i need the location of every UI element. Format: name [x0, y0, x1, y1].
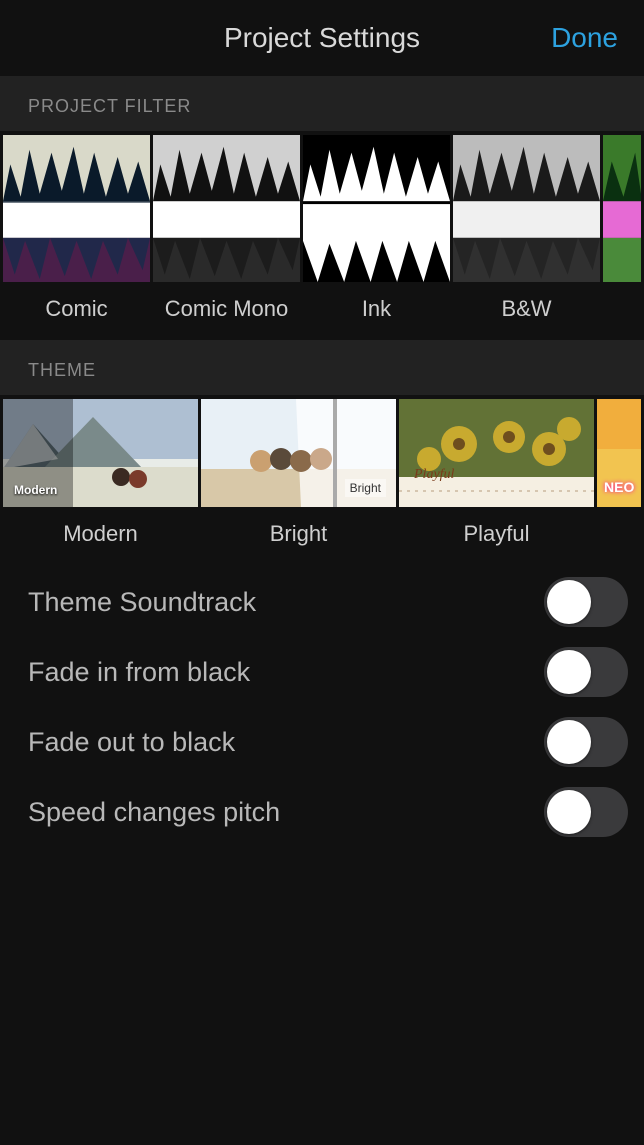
toggle-fade-out[interactable] — [544, 717, 628, 767]
section-header-filter: PROJECT FILTER — [0, 76, 644, 131]
theme-item-modern[interactable]: Modern Modern — [3, 399, 198, 557]
page-title: Project Settings — [224, 22, 420, 54]
toggle-theme-soundtrack[interactable] — [544, 577, 628, 627]
theme-overlay-text: Bright — [345, 479, 386, 497]
filter-item-bw[interactable]: B&W — [453, 135, 600, 340]
setting-row-fade-in: Fade in from black — [28, 637, 628, 707]
setting-row-theme-soundtrack: Theme Soundtrack — [28, 567, 628, 637]
theme-label: Playful — [463, 507, 529, 557]
theme-thumb: Playful — [399, 399, 594, 507]
theme-overlay-text: NEO — [599, 477, 639, 497]
filter-item-comic-mono[interactable]: Comic Mono — [153, 135, 300, 340]
filter-label: B&W — [501, 282, 551, 340]
section-header-theme: THEME — [0, 340, 644, 395]
filter-thumb — [153, 135, 300, 282]
filter-label: Comic — [45, 282, 107, 340]
done-button[interactable]: Done — [551, 22, 618, 54]
filter-label: Comic Mono — [165, 282, 288, 340]
filter-item-next[interactable] — [603, 135, 641, 340]
filter-item-comic[interactable]: Comic — [3, 135, 150, 340]
theme-label: Modern — [63, 507, 138, 557]
filter-label: Ink — [362, 282, 391, 340]
setting-label: Speed changes pitch — [28, 797, 280, 828]
header: Project Settings Done — [0, 0, 644, 76]
filter-strip[interactable]: Comic Comic Mono Ink — [0, 131, 644, 340]
toggle-speed-pitch[interactable] — [544, 787, 628, 837]
filter-thumb — [453, 135, 600, 282]
theme-overlay-text: Modern — [9, 481, 62, 499]
theme-label: Bright — [270, 507, 327, 557]
toggle-fade-in[interactable] — [544, 647, 628, 697]
theme-thumb: Bright — [201, 399, 396, 507]
setting-label: Fade out to black — [28, 727, 235, 758]
filter-thumb — [603, 135, 641, 282]
setting-row-speed-pitch: Speed changes pitch — [28, 777, 628, 847]
setting-label: Fade in from black — [28, 657, 250, 688]
filter-item-ink[interactable]: Ink — [303, 135, 450, 340]
theme-overlay-text: Playful — [409, 465, 459, 485]
settings-list: Theme Soundtrack Fade in from black Fade… — [0, 557, 644, 847]
theme-thumb: Modern — [3, 399, 198, 507]
theme-item-playful[interactable]: Playful Playful — [399, 399, 594, 557]
filter-thumb — [3, 135, 150, 282]
theme-thumb: NEO — [597, 399, 641, 507]
theme-item-bright[interactable]: Bright Bright — [201, 399, 396, 557]
setting-label: Theme Soundtrack — [28, 587, 256, 618]
theme-item-next[interactable]: NEO — [597, 399, 641, 557]
setting-row-fade-out: Fade out to black — [28, 707, 628, 777]
theme-strip[interactable]: Modern Modern Bright Bright — [0, 395, 644, 557]
filter-thumb — [303, 135, 450, 282]
